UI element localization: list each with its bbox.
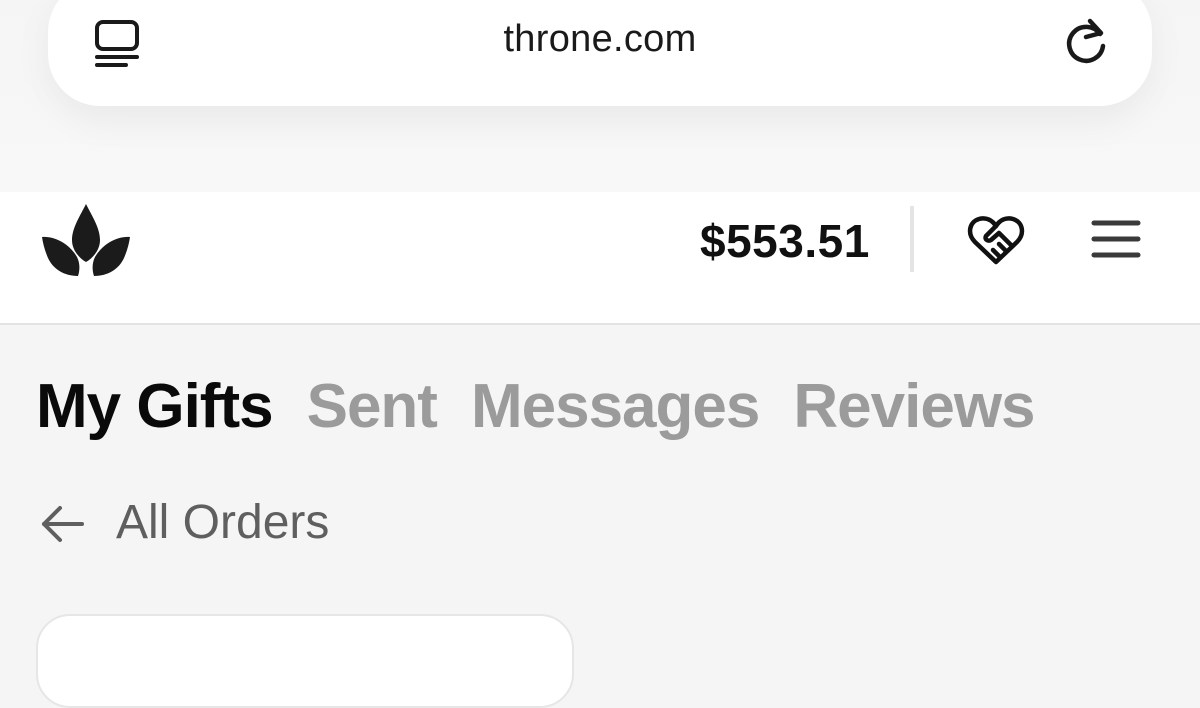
- hamburger-menu-icon[interactable]: [1090, 217, 1142, 261]
- heart-handshake-icon[interactable]: [966, 214, 1026, 266]
- tab-reviews[interactable]: Reviews: [793, 372, 1035, 442]
- throne-crown-logo[interactable]: [40, 200, 132, 276]
- site-header: $553.51: [0, 192, 1200, 325]
- url-text[interactable]: throne.com: [0, 18, 1200, 61]
- tab-messages[interactable]: Messages: [471, 372, 760, 442]
- browser-toolbar: throne.com: [0, 0, 1200, 192]
- wallet-balance[interactable]: $553.51: [700, 214, 870, 268]
- tab-my-gifts[interactable]: My Gifts: [36, 372, 274, 442]
- back-link-label: All Orders: [116, 496, 330, 549]
- arrow-left-icon: [42, 506, 84, 542]
- reload-icon[interactable]: [1060, 16, 1112, 68]
- order-card[interactable]: [36, 614, 574, 708]
- dashboard-tabs: My Gifts Sent Messages Reviews: [36, 372, 1164, 452]
- tab-sent[interactable]: Sent: [307, 372, 438, 442]
- header-divider: [910, 206, 914, 272]
